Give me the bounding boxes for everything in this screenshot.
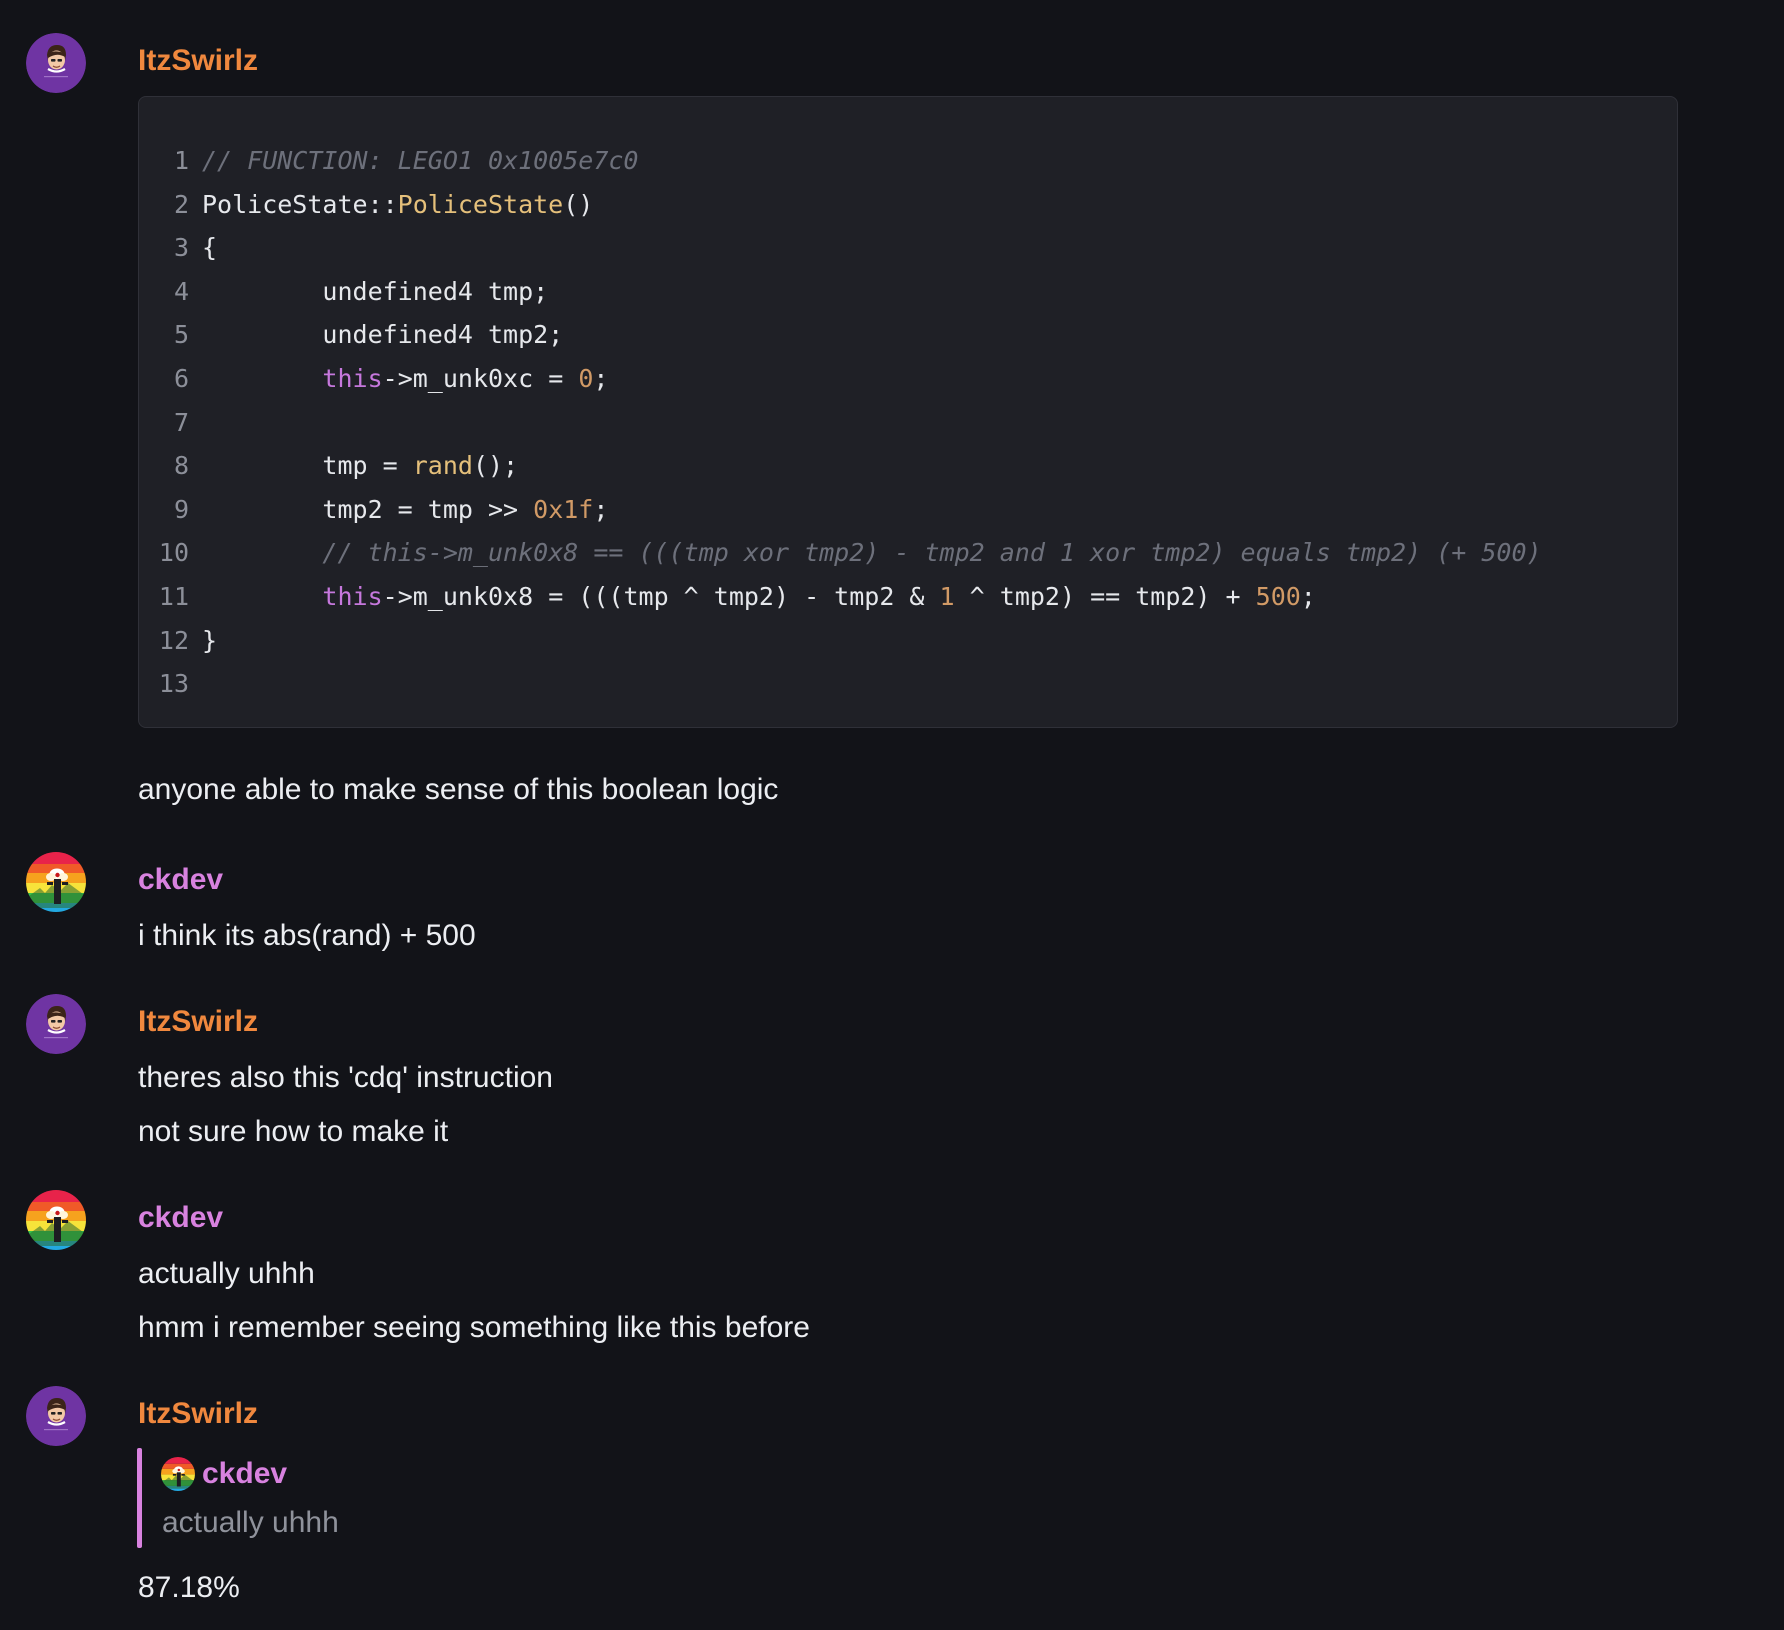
code-token: ^ tmp2) == tmp2) + (954, 582, 1256, 611)
code-token: // this->m_unk0x8 == (((tmp xor tmp2) - … (322, 538, 1542, 568)
rainbow-avatar[interactable] (26, 852, 86, 912)
code-token: this (322, 582, 383, 611)
message-text: 87.18% (138, 1571, 240, 1604)
purple-cartoon-face-avatar[interactable] (26, 33, 86, 93)
message-text: anyone able to make sense of this boolea… (138, 773, 779, 806)
line-number: 9 (173, 494, 189, 524)
code-token: PoliceState (397, 189, 564, 219)
purple-cartoon-face-avatar[interactable] (26, 994, 86, 1054)
code-token: ; (593, 494, 609, 524)
line-number: 13 (158, 669, 189, 699)
line-number: 6 (173, 364, 189, 393)
code-token: this (322, 364, 383, 393)
message-text: hmm i remember seeing something like thi… (138, 1311, 810, 1344)
code-token: PoliceState:: (202, 189, 398, 219)
code-token: } (202, 625, 218, 655)
line-number: 8 (173, 451, 189, 481)
rainbow-avatar[interactable] (161, 1457, 195, 1491)
code-token: { (202, 233, 218, 263)
reply-text[interactable]: actually uhhh (162, 1505, 339, 1541)
rainbow-avatar[interactable] (26, 1190, 86, 1250)
reply-quote-bar (137, 1448, 142, 1548)
code-text: tmp2 = tmp >> 0x1f; (202, 488, 608, 532)
code-text: // this->m_unk0x8 == (((tmp xor tmp2) - … (202, 531, 1542, 575)
message-author[interactable]: ItzSwirlz (138, 1004, 258, 1040)
code-token: 1 (939, 582, 955, 611)
code-text: this->m_unk0x8 = (((tmp ^ tmp2) - tmp2 &… (202, 575, 1316, 619)
code-token: ->m_unk0xc = (382, 364, 579, 393)
code-token: 0 (578, 364, 594, 393)
code-token: undefined4 tmp; (202, 276, 549, 306)
message-author[interactable]: ckdev (138, 1200, 223, 1236)
message-text: actually uhhh (138, 1257, 315, 1290)
code-token: ; (593, 364, 609, 393)
code-token: rand (412, 451, 473, 481)
code-text: { (202, 226, 217, 270)
code-text: PoliceState::PoliceState() (202, 183, 593, 227)
code-text: undefined4 tmp2; (202, 313, 563, 357)
line-number: 12 (158, 625, 189, 655)
code-token: tmp = (202, 451, 413, 481)
message-text: not sure how to make it (138, 1115, 449, 1148)
message-author[interactable]: ItzSwirlz (138, 1396, 258, 1432)
line-number: 3 (173, 233, 189, 263)
line-number: 5 (173, 320, 189, 350)
line-number: 11 (158, 582, 189, 611)
line-number: 1 (173, 146, 189, 175)
line-number: 2 (173, 189, 189, 219)
message-author[interactable]: ItzSwirlz (138, 43, 258, 79)
message-text: theres also this 'cdq' instruction (138, 1061, 553, 1094)
purple-cartoon-face-avatar[interactable] (26, 1386, 86, 1446)
code-token: () (563, 189, 594, 219)
line-number: 4 (173, 276, 189, 306)
code-token: ; (1300, 582, 1316, 611)
code-token: 500 (1255, 582, 1301, 611)
code-token: ->m_unk0x8 = (((tmp ^ tmp2) - tmp2 & (382, 582, 940, 611)
code-text: // FUNCTION: LEGO1 0x1005e7c0 (202, 139, 639, 183)
code-text: } (202, 619, 217, 663)
line-number: 10 (158, 538, 189, 568)
message-text: i think its abs(rand) + 500 (138, 919, 476, 952)
code-token: undefined4 tmp2; (202, 320, 564, 350)
code-text: tmp = rand(); (202, 444, 518, 488)
code-token: 0x1f (533, 494, 594, 524)
code-text: undefined4 tmp; (202, 270, 548, 314)
reply-author[interactable]: ckdev (202, 1456, 287, 1492)
code-text: this->m_unk0xc = 0; (202, 357, 608, 401)
code-block: 1 // FUNCTION: LEGO1 0x1005e7c0 2 PoliceSta… (138, 96, 1678, 728)
code-token: // FUNCTION: LEGO1 0x1005e7c0 (202, 146, 639, 175)
code-token: tmp2 = tmp >> (202, 494, 534, 524)
message-author[interactable]: ckdev (138, 862, 223, 898)
code-token: (); (472, 451, 519, 481)
line-number: 7 (173, 407, 189, 437)
